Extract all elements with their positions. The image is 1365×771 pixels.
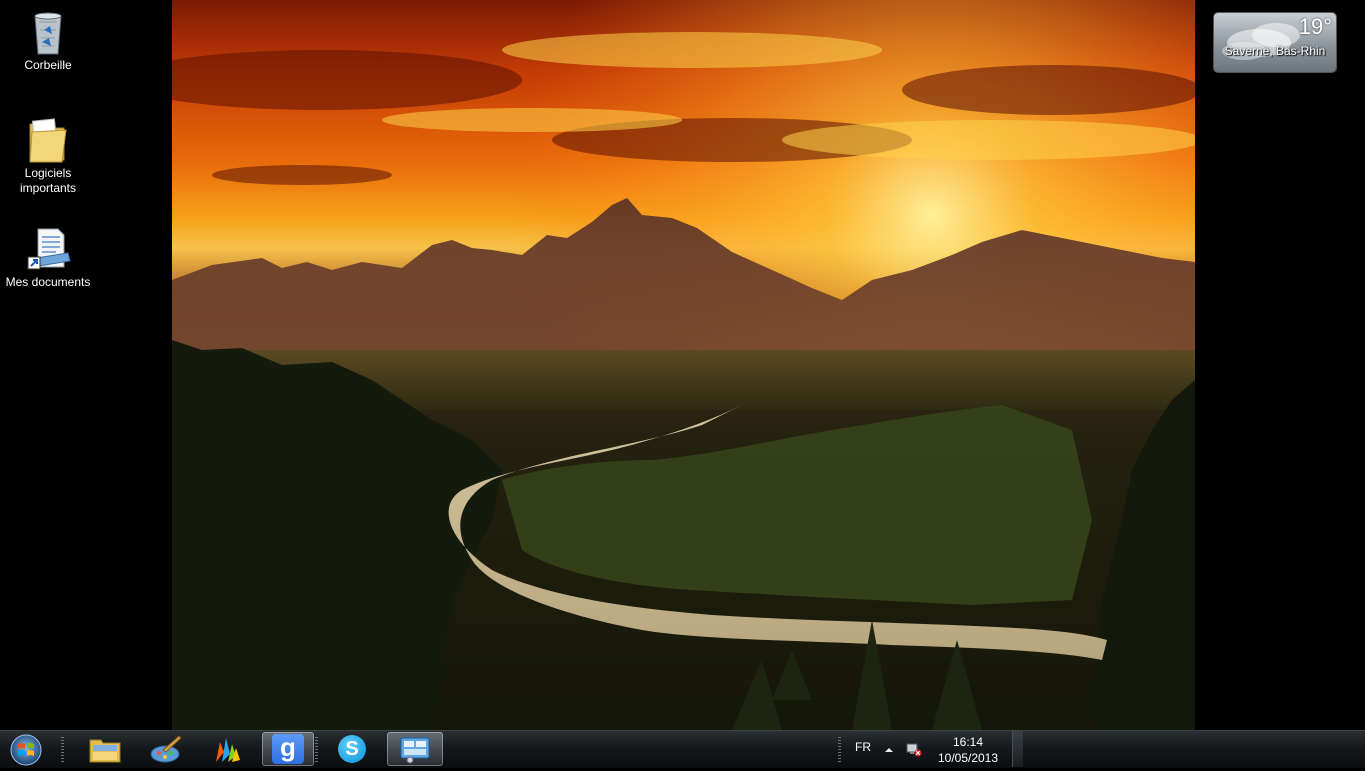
control-panel-icon	[400, 737, 430, 764]
taskbar-paint-button[interactable]	[140, 732, 192, 766]
taskbar-messenger-button[interactable]	[201, 732, 253, 766]
taskbar-control-panel-button[interactable]	[387, 732, 443, 766]
google-icon-letter: g	[280, 732, 296, 762]
folder-icon	[24, 116, 72, 164]
clock-time: 16:14	[952, 735, 984, 749]
start-button[interactable]	[7, 734, 45, 766]
clock-date: 10/05/2013	[937, 751, 999, 765]
desktop-icon-label: Logiciels importants	[19, 166, 77, 195]
taskbar-skype-button[interactable]: S	[326, 732, 378, 766]
language-indicator[interactable]: FR	[855, 740, 871, 754]
desktop-wallpaper	[172, 0, 1195, 730]
desktop-icon-mes-documents[interactable]: Mes documents	[3, 225, 93, 290]
desktop-icon-logiciels-importants[interactable]: Logiciels importants	[3, 116, 93, 196]
taskbar-file-explorer-button[interactable]	[79, 732, 131, 766]
windows-logo-icon	[10, 734, 42, 766]
desktop-icon-label: Corbeille	[24, 58, 72, 72]
google-icon: g	[272, 734, 304, 764]
weather-gadget[interactable]: 19° Saverne, Bas-Rhin	[1214, 13, 1336, 72]
chevron-up-icon	[885, 748, 893, 752]
system-clock[interactable]: 16:14 10/05/2013	[930, 734, 1006, 766]
show-hidden-icons-button[interactable]	[883, 743, 895, 755]
skype-icon: S	[338, 735, 366, 763]
desktop-icon-recycle-bin[interactable]: Corbeille	[3, 8, 93, 73]
tray-grip	[838, 737, 841, 763]
network-status-icon[interactable]	[906, 741, 922, 757]
paint-brush-icon	[150, 735, 182, 763]
windows-live-messenger-icon	[216, 738, 240, 762]
weather-location: Saverne, Bas-Rhin	[1224, 44, 1326, 58]
recycle-bin-icon	[24, 8, 72, 56]
taskbar: g S FR 16:14 10/05/2013	[0, 730, 1365, 768]
documents-shortcut-icon	[24, 225, 72, 273]
show-desktop-button[interactable]	[1012, 731, 1023, 767]
weather-temperature: 19°	[1298, 14, 1332, 39]
taskbar-grip[interactable]	[61, 737, 64, 763]
taskbar-grip[interactable]	[315, 737, 318, 763]
file-explorer-icon	[89, 739, 121, 763]
skype-icon-letter: S	[345, 737, 359, 760]
desktop-icon-label: Mes documents	[5, 275, 91, 289]
taskbar-google-button[interactable]: g	[262, 732, 314, 766]
